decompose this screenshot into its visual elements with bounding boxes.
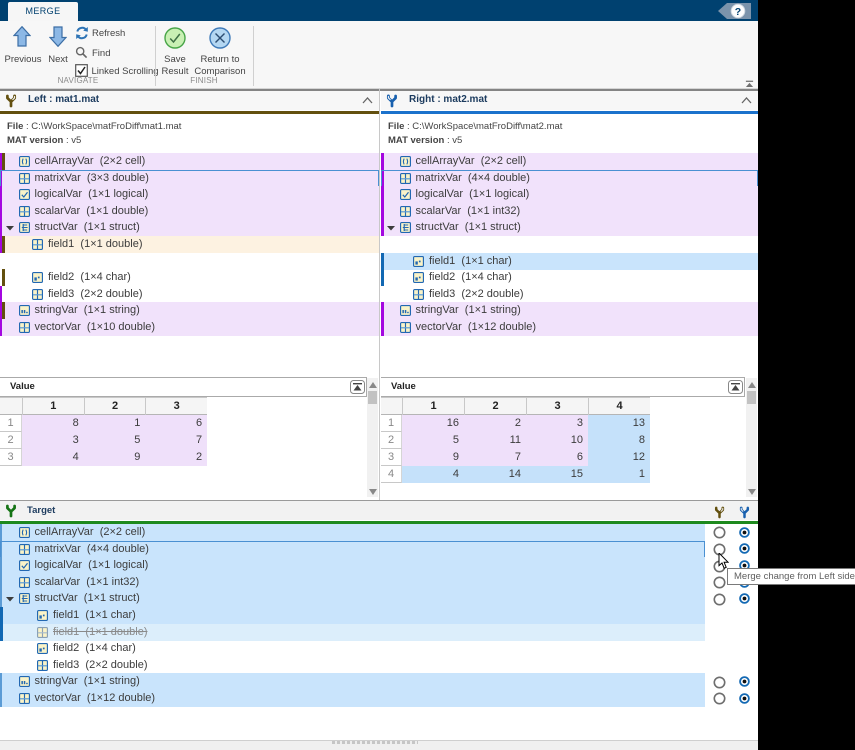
svg-text:?: ?	[735, 6, 741, 18]
